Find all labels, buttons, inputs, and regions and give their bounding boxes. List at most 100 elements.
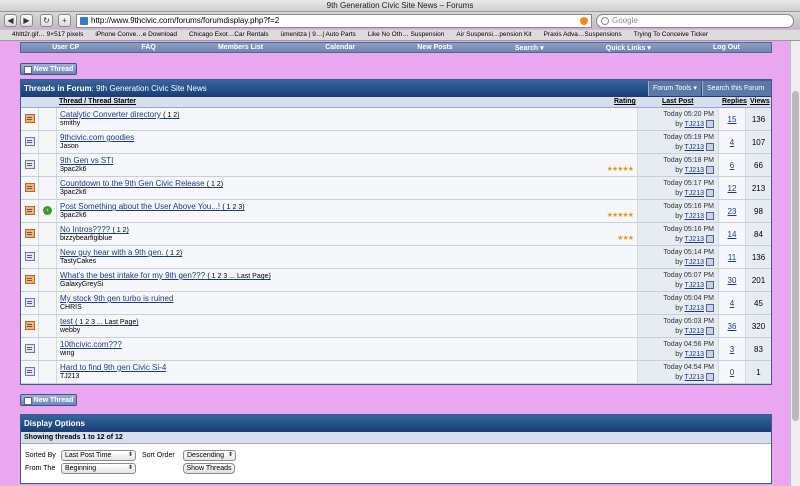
navbar-link[interactable]: User CP: [52, 44, 79, 51]
replies-count[interactable]: 12: [719, 184, 745, 193]
col-last-post[interactable]: Last Post: [662, 97, 694, 107]
show-threads-button[interactable]: Show Threads: [183, 463, 235, 474]
thread-starter[interactable]: smithy: [60, 120, 80, 127]
thread-pages[interactable]: ( 1 2): [113, 227, 129, 234]
go-to-last-post-icon[interactable]: [706, 327, 714, 335]
last-post-user[interactable]: TJ213: [685, 259, 704, 266]
thread-title-link[interactable]: No Intros????: [60, 225, 110, 234]
last-post-user[interactable]: TJ213: [685, 374, 704, 381]
go-to-last-post-icon[interactable]: [706, 304, 714, 312]
go-to-last-post-icon[interactable]: [706, 350, 714, 358]
go-to-last-post-icon[interactable]: [706, 166, 714, 174]
scrollbar-thumb[interactable]: [792, 91, 799, 421]
navbar-link[interactable]: FAQ: [141, 44, 155, 51]
thread-starter[interactable]: CHRIS: [60, 304, 82, 311]
replies-count[interactable]: 4: [719, 138, 745, 147]
thread-starter[interactable]: 3pac2k6: [60, 212, 86, 219]
bookmark-item[interactable]: ümenitza | 9…| Auto Parts: [281, 30, 356, 40]
last-post-user[interactable]: TJ213: [685, 328, 704, 335]
page-scrollbar[interactable]: [790, 41, 800, 486]
new-thread-button-bottom[interactable]: New Thread: [20, 394, 77, 406]
navbar-link[interactable]: Quick Links ▾: [606, 44, 651, 52]
go-to-last-post-icon[interactable]: [706, 258, 714, 266]
replies-count[interactable]: 14: [719, 230, 745, 239]
go-to-last-post-icon[interactable]: [706, 212, 714, 220]
last-post-user[interactable]: TJ213: [685, 305, 704, 312]
last-post-user[interactable]: TJ213: [685, 144, 704, 151]
from-the-select[interactable]: Beginning: [61, 463, 136, 474]
col-replies[interactable]: Replies: [722, 97, 747, 107]
go-to-last-post-icon[interactable]: [706, 373, 714, 381]
thread-starter[interactable]: TJ213: [60, 373, 79, 380]
bookmark-item[interactable]: Like No Oth… Suspension: [368, 30, 445, 40]
bookmark-item[interactable]: Air Suspensi…pension Kit: [456, 30, 531, 40]
replies-count[interactable]: 11: [719, 253, 745, 262]
last-post-user[interactable]: TJ213: [685, 282, 704, 289]
replies-count[interactable]: 36: [719, 322, 745, 331]
thread-title-link[interactable]: New guy hear with a 9th gen.: [60, 248, 164, 257]
thread-pages[interactable]: ( 1 2 3 ... Last Page): [75, 319, 138, 326]
last-post-user[interactable]: TJ213: [685, 167, 704, 174]
col-views[interactable]: Views: [750, 97, 770, 107]
bookmark-item[interactable]: iPhone Conve…e Download: [95, 30, 177, 40]
thread-pages[interactable]: ( 1 2): [207, 181, 223, 188]
sorted-by-select[interactable]: Last Post Time: [61, 450, 136, 461]
navbar-link[interactable]: Log Out: [713, 44, 740, 51]
bookmark-item[interactable]: Trying To Conceive Ticker: [634, 30, 708, 40]
thread-starter[interactable]: TastyCakes: [60, 258, 96, 265]
thread-title-link[interactable]: Hard to find 9th gen Civic Si-4: [60, 363, 166, 372]
thread-starter[interactable]: wing: [60, 350, 74, 357]
search-input[interactable]: Google: [596, 14, 794, 28]
thread-title-link[interactable]: Post Something about the User Above You.…: [60, 202, 220, 211]
thread-starter[interactable]: bizzybearfigiblue: [60, 235, 112, 242]
bookmark-item[interactable]: 4hltt2r.gif… 9×517 pixels: [12, 30, 83, 40]
thread-title-link[interactable]: 9th Gen vs STI: [60, 156, 113, 165]
thread-pages[interactable]: ( 1 2 3 ... Last Page): [207, 273, 270, 280]
go-to-last-post-icon[interactable]: [706, 189, 714, 197]
thread-starter[interactable]: Jason: [60, 143, 79, 150]
search-forum-menu[interactable]: Search this Forum ▾: [702, 81, 771, 107]
go-to-last-post-icon[interactable]: [706, 143, 714, 151]
thread-title-link[interactable]: 9thcivic.com goodies: [60, 133, 134, 142]
thread-starter[interactable]: GalaxyGreySi: [60, 281, 103, 288]
reload-icon[interactable]: ↻: [40, 14, 53, 27]
sort-order-select[interactable]: Descending: [183, 450, 236, 461]
thread-title-link[interactable]: 10thcivic.com???: [60, 340, 122, 349]
last-post-user[interactable]: TJ213: [685, 121, 704, 128]
thread-starter[interactable]: 3pac2k6: [60, 189, 86, 196]
thread-pages[interactable]: ( 1 2): [163, 112, 179, 119]
replies-count[interactable]: 23: [719, 207, 745, 216]
forward-icon[interactable]: ▶: [20, 14, 33, 27]
thread-title-link[interactable]: My stock 9th gen turbo is ruined: [60, 294, 173, 303]
last-post-user[interactable]: TJ213: [685, 351, 704, 358]
forum-tools-menu[interactable]: Forum Tools ▾: [648, 81, 701, 96]
replies-count[interactable]: 0: [719, 368, 745, 377]
replies-count[interactable]: 4: [719, 299, 745, 308]
col-thread[interactable]: Thread / Thread Starter: [59, 97, 136, 107]
col-rating[interactable]: Rating: [614, 97, 636, 107]
navbar-link[interactable]: Members List: [218, 44, 263, 51]
navbar-link[interactable]: New Posts: [417, 44, 452, 51]
url-bar[interactable]: http://www.9thcivic.com/forums/forumdisp…: [76, 14, 592, 28]
replies-count[interactable]: 15: [719, 115, 745, 124]
add-bookmark-icon[interactable]: +: [58, 14, 71, 27]
rss-icon[interactable]: [580, 17, 588, 25]
thread-pages[interactable]: ( 1 2): [166, 250, 182, 257]
thread-title-link[interactable]: Countdown to the 9th Gen Civic Release: [60, 179, 205, 188]
replies-count[interactable]: 6: [719, 161, 745, 170]
thread-title-link[interactable]: test: [60, 317, 73, 326]
navbar-link[interactable]: Search ▾: [515, 44, 544, 52]
bookmark-item[interactable]: Chicago Exot…Car Rentals: [189, 30, 268, 40]
thread-title-link[interactable]: Catalytic Converter directory: [60, 110, 161, 119]
thread-starter[interactable]: webby: [60, 327, 80, 334]
bookmark-item[interactable]: Praxis Adva…Suspensions: [544, 30, 622, 40]
thread-title-link[interactable]: What's the best intake for my 9th gen???: [60, 271, 205, 280]
last-post-user[interactable]: TJ213: [685, 236, 704, 243]
thread-starter[interactable]: 3pac2k6: [60, 166, 86, 173]
back-icon[interactable]: ◀: [4, 14, 17, 27]
thread-pages[interactable]: ( 1 2 3): [222, 204, 244, 211]
new-thread-button[interactable]: New Thread: [20, 63, 77, 75]
last-post-user[interactable]: TJ213: [685, 190, 704, 197]
last-post-user[interactable]: TJ213: [685, 213, 704, 220]
go-to-last-post-icon[interactable]: [706, 235, 714, 243]
